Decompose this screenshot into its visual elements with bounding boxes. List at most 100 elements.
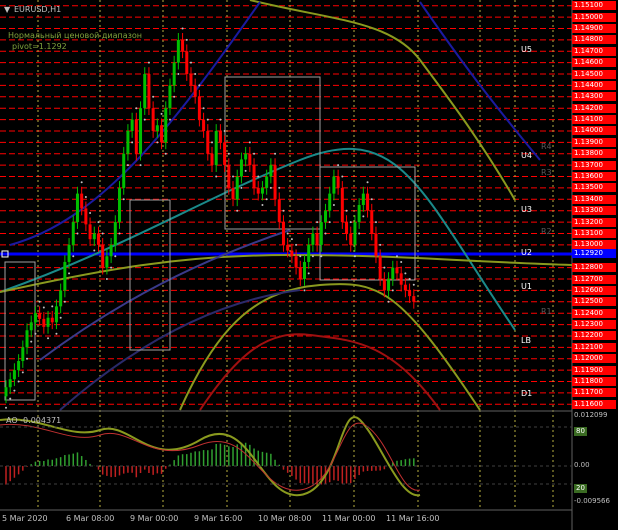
candle-body [17,361,21,371]
candle-body [231,187,235,200]
price-tick: 1.12400 [572,308,616,318]
sar-dot [147,61,150,64]
candle-body [349,233,353,245]
level-label-r4: R4 [541,142,552,152]
sar-dot [391,289,394,292]
chart-canvas[interactable] [0,0,618,530]
candle-body [403,284,407,291]
candle-body [281,222,285,245]
sar-dot [379,243,382,246]
sar-dot [93,249,96,252]
candle-body [59,290,63,307]
price-tick: 1.14400 [572,80,616,90]
sar-dot [257,175,260,178]
sar-dot [21,371,24,374]
sar-dot [38,300,41,303]
sar-dot [412,283,415,286]
time-tick: 10 Mar 08:00 [258,514,312,523]
level-label-u5: U5 [521,45,532,55]
candle-body [130,119,134,131]
stoch-signal-line [0,422,421,491]
candle-body [113,222,117,245]
candle-body [118,187,122,223]
price-tick: 1.11700 [572,388,616,398]
candle-body [54,306,58,323]
price-tick: 1.14100 [572,115,616,125]
sar-dot [408,278,411,281]
sar-dot [274,152,277,155]
sar-dot [47,337,50,340]
candle-body [302,261,306,280]
osc-tick-zero: 0.00 [574,461,590,469]
candle-body [202,119,206,131]
candle-body [147,74,151,109]
price-tick: 1.14000 [572,126,616,136]
candle-body [395,267,399,274]
price-tick: 1.13800 [572,149,616,159]
candle-body [197,96,201,120]
sar-dot [118,232,121,235]
candle-body [252,165,256,188]
sar-dot [286,232,289,235]
range-label: Нормальный ценовой диапазон [8,31,143,40]
chart-window[interactable]: ▼ EURUSD,H1 Нормальный ценовой диапазон … [0,0,618,530]
sar-dot [295,243,298,246]
sar-dot [316,221,319,224]
sar-dot [278,186,281,189]
level-label-u4: U4 [521,151,532,161]
level-label-r1: R1 [541,307,552,317]
candle-body [164,108,168,143]
sar-dot [328,221,331,224]
candle-body [408,290,412,297]
candle-body [4,387,8,397]
price-tick: 1.12000 [572,354,616,364]
sar-dot [366,181,369,184]
candle-body [143,74,147,109]
current-price-tag: 1.12920 [572,249,616,259]
price-tick: 1.12800 [572,263,616,273]
sar-dot [122,198,125,201]
sar-dot [395,255,398,258]
sar-dot [55,332,58,335]
time-tick: 11 Mar 00:00 [322,514,376,523]
candle-body [67,244,71,262]
candle-body [319,222,323,245]
sar-dot [164,152,167,155]
sar-dot [324,232,327,235]
time-tick: 9 Mar 16:00 [194,514,243,523]
sar-dot [189,61,192,64]
symbol-dropdown-icon[interactable]: ▼ [4,5,10,15]
osc-tick-upper: 80 [574,427,587,436]
candle-body [25,330,29,348]
sar-dot [206,118,209,121]
candle-body [290,250,294,257]
sar-dot [185,38,188,41]
candle-body [84,208,88,225]
osc-tick-top: 0.012099 [574,411,608,419]
sar-dot [72,255,75,258]
candle-body [105,256,109,268]
price-tick: 1.12300 [572,320,616,330]
sar-dot [17,380,20,383]
level-label-u2: U2 [521,247,532,257]
candle-body [168,85,172,109]
candle-body [223,142,227,166]
sar-dot [362,215,365,218]
sar-dot [168,118,171,121]
candle-body [378,256,382,280]
candle-body [155,125,159,131]
indicator-label: AO -0.004371 [6,416,62,425]
price-tick: 1.14700 [572,46,616,56]
candle-body [227,165,231,188]
sar-dot [198,84,201,87]
candle-body [387,279,391,291]
candle-body [361,193,365,205]
price-tick: 1.12500 [572,297,616,307]
price-tick: 1.13300 [572,206,616,216]
candle-body [286,244,290,251]
sar-dot [299,255,302,258]
candle-body [101,244,105,268]
price-tick: 1.14300 [572,92,616,102]
sar-dot [173,95,176,98]
sar-dot [341,175,344,178]
